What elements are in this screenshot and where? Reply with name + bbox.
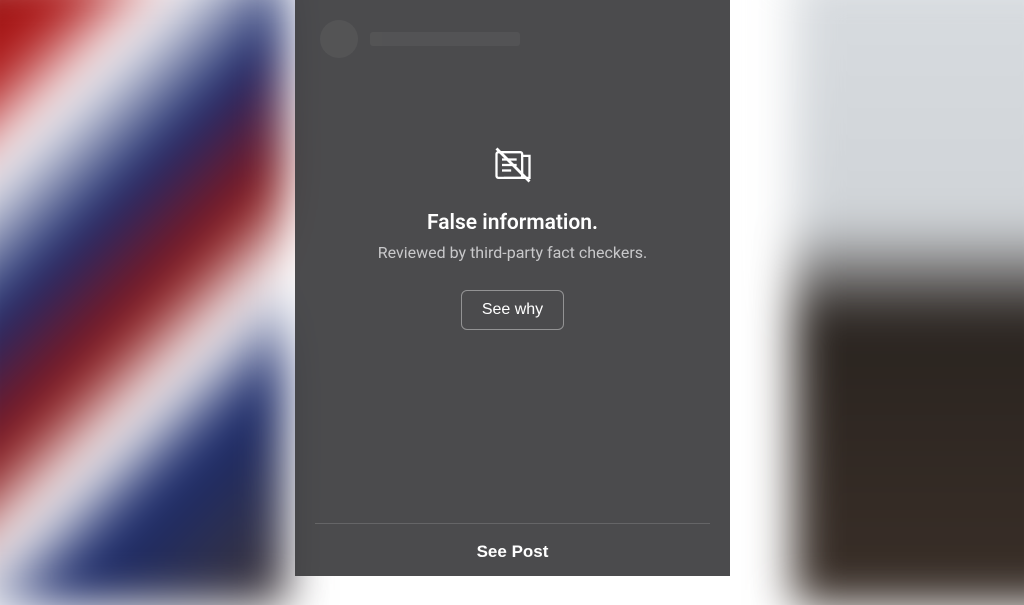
see-why-button[interactable]: See why xyxy=(461,290,564,330)
obscured-avatar xyxy=(320,20,358,58)
false-info-overlay: False information. Reviewed by third-par… xyxy=(295,0,730,576)
background-flag xyxy=(0,0,287,605)
background-person xyxy=(794,0,1024,605)
warning-content: False information. Reviewed by third-par… xyxy=(295,0,730,523)
see-post-button[interactable]: See Post xyxy=(477,542,549,562)
warning-title: False information. xyxy=(427,211,598,235)
warning-subtitle: Reviewed by third-party fact checkers. xyxy=(378,243,647,262)
obscured-name xyxy=(370,32,520,46)
overlay-footer: See Post xyxy=(315,523,710,576)
false-info-icon xyxy=(491,143,535,191)
obscured-post-header xyxy=(320,20,520,58)
